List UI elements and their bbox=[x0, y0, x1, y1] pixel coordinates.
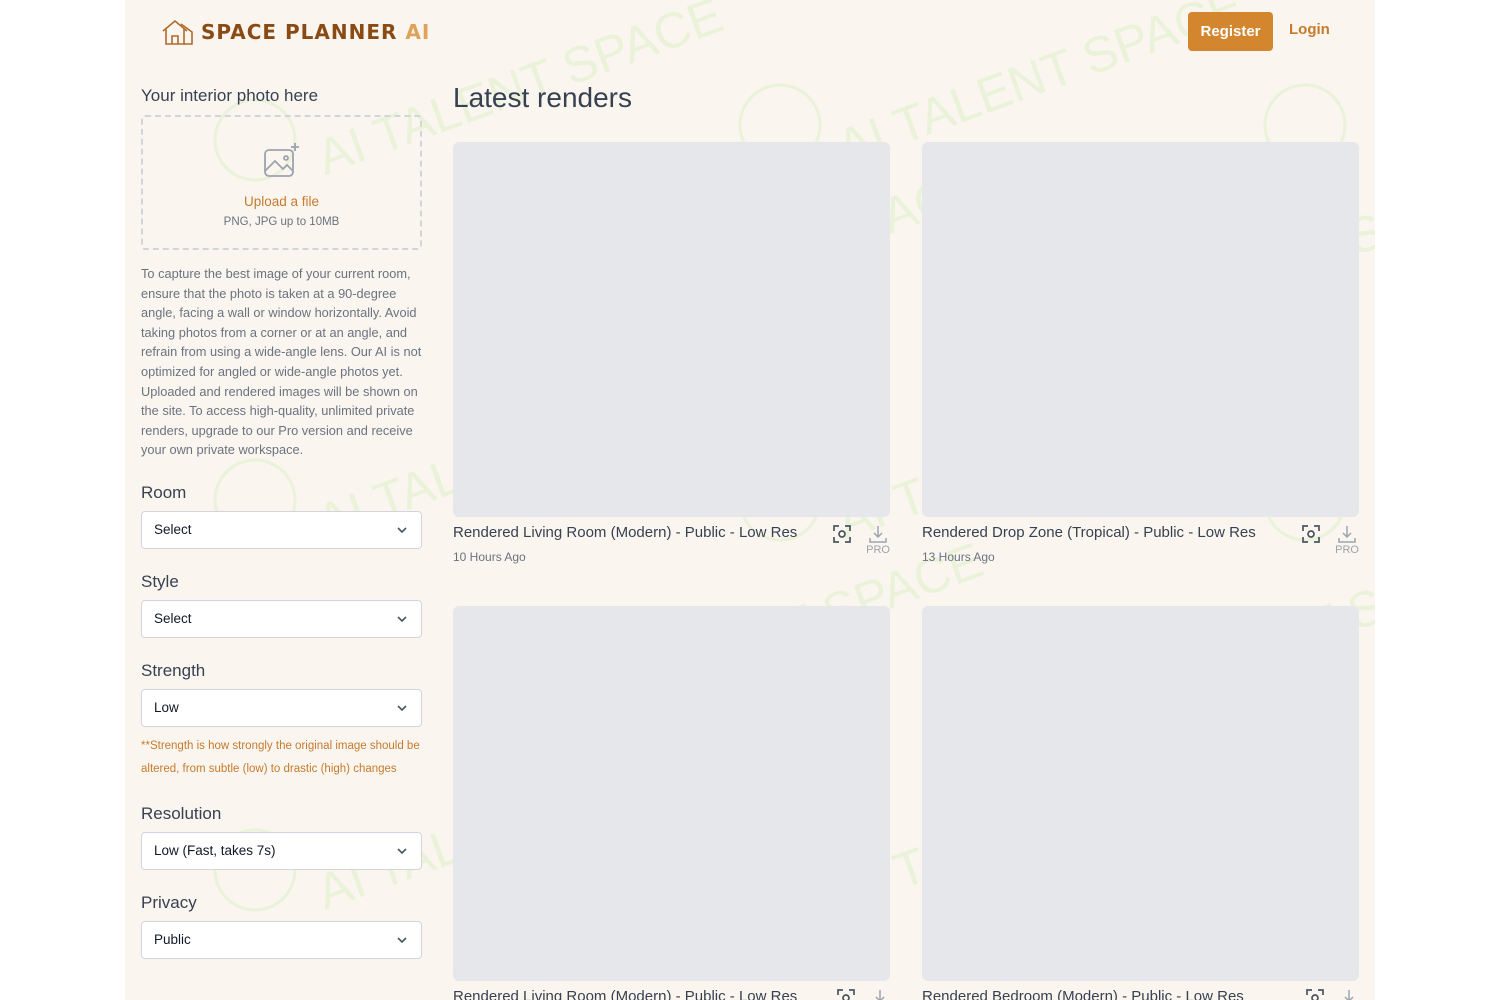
render-image-placeholder[interactable] bbox=[922, 142, 1359, 517]
render-title: Rendered Drop Zone (Tropical) - Public -… bbox=[922, 524, 1256, 541]
render-image-placeholder[interactable] bbox=[453, 606, 890, 981]
pro-badge: PRO bbox=[1335, 544, 1359, 556]
download-icon bbox=[875, 990, 885, 1000]
app-frame: AI TALENT SPACE AI TALENT SPACE AI TALEN… bbox=[125, 0, 1375, 1000]
photo-tips: To capture the best image of your curren… bbox=[141, 266, 422, 458]
sidebar: Your interior photo here Upload a file P… bbox=[141, 86, 422, 959]
style-select-value: Select bbox=[154, 611, 192, 627]
room-select-value: Select bbox=[154, 522, 192, 538]
render-time: 10 Hours Ago bbox=[453, 550, 526, 564]
render-title: Rendered Bedroom (Modern) - Public - Low… bbox=[922, 988, 1244, 1000]
room-select[interactable]: Select bbox=[141, 510, 422, 549]
chevron-down-icon bbox=[397, 848, 407, 855]
render-card: Rendered Drop Zone (Tropical) - Public -… bbox=[922, 142, 1359, 564]
chevron-down-icon bbox=[397, 705, 407, 712]
focus-view-icon bbox=[1302, 525, 1321, 543]
resolution-select[interactable]: Low (Fast, takes 7s) bbox=[141, 831, 422, 870]
chevron-down-icon bbox=[397, 616, 407, 623]
render-time: 13 Hours Ago bbox=[922, 550, 995, 564]
room-label: Room bbox=[141, 482, 187, 502]
login-link[interactable]: Login bbox=[1289, 21, 1330, 38]
download-button[interactable]: PRO bbox=[1335, 524, 1359, 556]
register-button[interactable]: Register bbox=[1188, 12, 1273, 51]
resolution-label: Resolution bbox=[141, 803, 222, 823]
view-button[interactable] bbox=[836, 988, 856, 1000]
focus-view-icon bbox=[833, 525, 852, 543]
focus-view-icon bbox=[837, 989, 855, 1000]
page-title: Latest renders bbox=[453, 82, 632, 113]
render-title: Rendered Living Room (Modern) - Public -… bbox=[453, 524, 798, 541]
strength-select-value: Low bbox=[154, 700, 179, 716]
upload-hint: PNG, JPG up to 10MB bbox=[223, 216, 340, 228]
pro-badge: PRO bbox=[866, 544, 890, 556]
house-icon bbox=[162, 19, 193, 45]
download-icon bbox=[1344, 990, 1354, 1000]
view-button[interactable] bbox=[1301, 524, 1321, 544]
upload-file-link[interactable]: Upload a file bbox=[143, 194, 420, 209]
style-label: Style bbox=[141, 571, 179, 591]
logo-text: SPACE PLANNER AI bbox=[201, 20, 431, 44]
render-image-placeholder[interactable] bbox=[922, 606, 1359, 981]
render-image-placeholder[interactable] bbox=[453, 142, 890, 517]
privacy-select[interactable]: Public bbox=[141, 920, 422, 959]
download-icon bbox=[869, 526, 887, 543]
strength-label: Strength bbox=[141, 660, 206, 680]
download-icon bbox=[1338, 526, 1356, 543]
resolution-select-value: Low (Fast, takes 7s) bbox=[154, 843, 276, 859]
chevron-down-icon bbox=[397, 937, 407, 944]
render-card: Rendered Living Room (Modern) - Public -… bbox=[453, 142, 890, 564]
style-select[interactable]: Select bbox=[141, 599, 422, 638]
privacy-label: Privacy bbox=[141, 892, 197, 912]
download-button[interactable] bbox=[870, 988, 890, 1000]
download-button[interactable] bbox=[1339, 988, 1359, 1000]
focus-view-icon bbox=[1306, 989, 1324, 1000]
render-card: Rendered Living Room (Modern) - Public -… bbox=[453, 606, 890, 1000]
logo[interactable]: SPACE PLANNER AI bbox=[161, 18, 430, 46]
strength-select[interactable]: Low bbox=[141, 688, 422, 727]
privacy-select-value: Public bbox=[154, 932, 191, 948]
view-button[interactable] bbox=[1305, 988, 1325, 1000]
render-title: Rendered Living Room (Modern) - Public -… bbox=[453, 988, 798, 1000]
image-plus-icon bbox=[263, 143, 299, 177]
photo-heading: Your interior photo here bbox=[141, 86, 319, 105]
chevron-down-icon bbox=[397, 527, 407, 534]
strength-note: **Strength is how strongly the original … bbox=[141, 739, 420, 776]
upload-dropzone[interactable]: Upload a file PNG, JPG up to 10MB bbox=[141, 115, 422, 250]
download-button[interactable]: PRO bbox=[866, 524, 890, 556]
view-button[interactable] bbox=[832, 524, 852, 544]
render-card: Rendered Bedroom (Modern) - Public - Low… bbox=[922, 606, 1359, 1000]
